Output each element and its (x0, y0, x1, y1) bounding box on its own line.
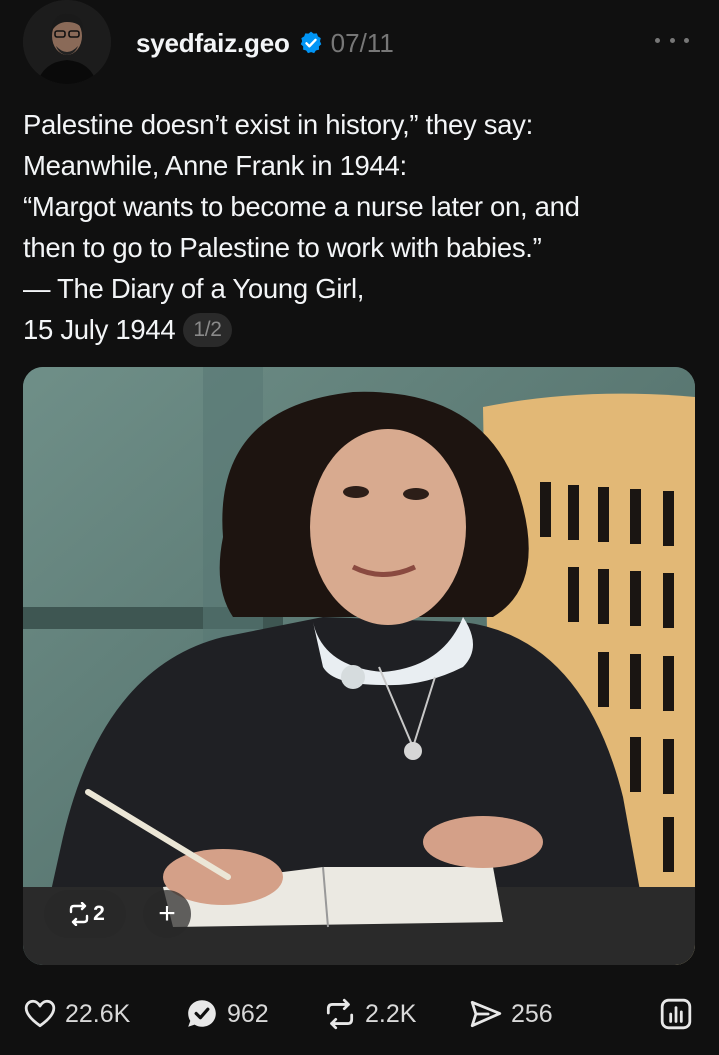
post-text-line: Palestine doesn’t exist in history,” the… (23, 109, 533, 140)
comment-button[interactable]: 962 (185, 997, 269, 1031)
media-add-button[interactable]: + (143, 890, 191, 938)
post-header: syedfaiz.geo 07/11 (136, 26, 394, 60)
media-repost-button[interactable]: 2 (44, 890, 126, 938)
share-button[interactable]: 256 (469, 997, 553, 1031)
thread-post: syedfaiz.geo 07/11 Palestine doesn’t exi… (0, 0, 719, 1055)
repost-count: 2.2K (365, 999, 417, 1028)
action-bar: 22.6K 962 2.2K 256 (23, 990, 695, 1038)
more-icon[interactable] (655, 32, 689, 48)
post-text-line: then to go to Palestine to work with bab… (23, 232, 542, 263)
photo-illustration (23, 367, 695, 965)
post-text-line: 15 July 1944 (23, 314, 176, 345)
media-repost-count: 2 (93, 902, 105, 925)
post-text: Palestine doesn’t exist in history,” the… (23, 104, 693, 350)
post-date: 07/11 (330, 27, 394, 58)
post-text-line: — The Diary of a Young Girl, (23, 273, 365, 304)
username[interactable]: syedfaiz.geo (136, 28, 290, 59)
comment-check-icon (188, 1000, 216, 1027)
repost-button[interactable]: 2.2K (323, 997, 416, 1031)
insights-button[interactable] (659, 997, 693, 1031)
post-text-line: “Margot wants to become a nurse later on… (23, 191, 580, 222)
verified-icon (298, 30, 324, 56)
like-button[interactable]: 22.6K (23, 997, 130, 1031)
avatar[interactable] (23, 0, 111, 84)
repost-icon (69, 902, 89, 926)
share-icon (470, 1000, 502, 1028)
post-image[interactable] (23, 367, 695, 965)
heart-icon (24, 999, 56, 1028)
share-count: 256 (511, 999, 553, 1028)
avatar-image (23, 0, 111, 84)
thread-pager-badge: 1/2 (183, 313, 232, 347)
post-text-line-last: 15 July 1944 1/2 (23, 309, 693, 350)
like-count: 22.6K (65, 999, 131, 1028)
insights-icon (660, 998, 692, 1030)
comment-count: 962 (227, 999, 269, 1028)
post-text-line: Meanwhile, Anne Frank in 1944: (23, 150, 407, 181)
repost-icon (326, 998, 354, 1030)
